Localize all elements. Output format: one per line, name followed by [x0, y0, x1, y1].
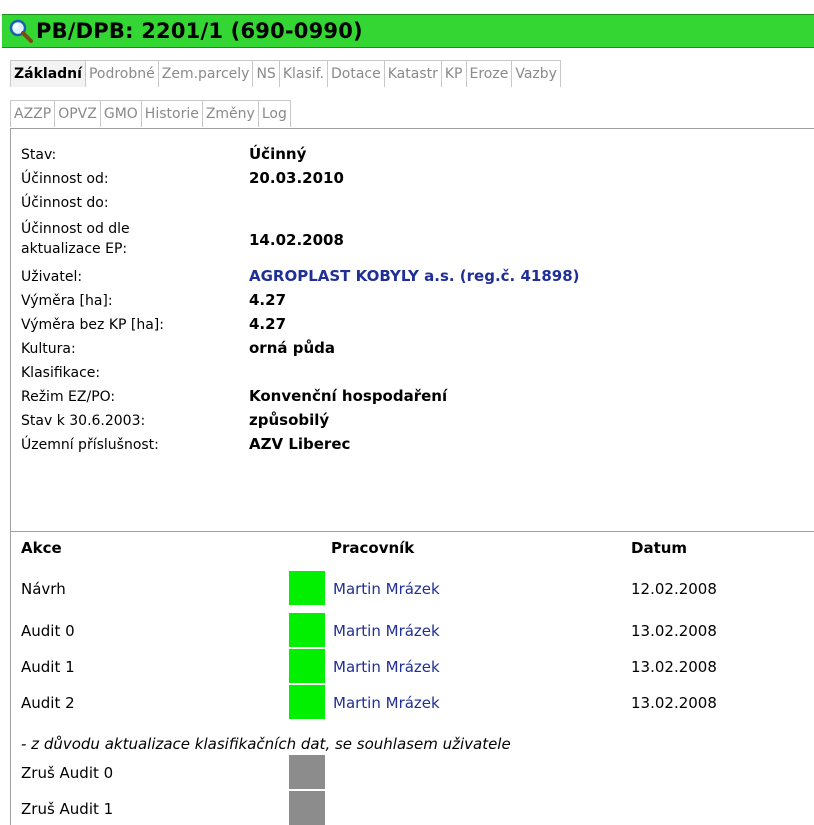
tab-historie[interactable]: Historie [141, 100, 203, 127]
column-header-datum: Datum [631, 539, 688, 557]
tab-zmeny[interactable]: Změny [202, 100, 259, 127]
status-square-ok [289, 571, 325, 605]
info-row-stav: Stav: Účinný [21, 143, 801, 167]
info-row-vymera: Výměra [ha]: 4.27 [21, 289, 801, 313]
info-label: Účinnost od: [21, 171, 109, 187]
record-window: PB/DPB: 2201/1 (690-0990) Základní Podro… [0, 0, 814, 825]
tab-klasif[interactable]: Klasif. [279, 60, 329, 87]
info-label: Klasifikace: [21, 365, 101, 381]
info-label: Výměra bez KP [ha]: [21, 317, 164, 333]
info-row-ucinnost-ep: Účinnost od dle aktualizace EP: 14.02.20… [21, 215, 801, 265]
audit-note: - z důvodu aktualizace klasifikačních da… [21, 735, 511, 753]
info-label: Uživatel: [21, 269, 83, 285]
tab-log[interactable]: Log [258, 100, 291, 127]
info-label: Režim EZ/PO: [21, 389, 116, 405]
info-value: 4.27 [249, 291, 287, 309]
action-row: Audit 0 Martin Mrázek 13.02.2008 [11, 613, 801, 647]
column-header-pracovnik: Pracovník [331, 539, 415, 557]
section-divider [11, 531, 814, 532]
column-header-akce: Akce [21, 539, 62, 557]
tab-dotace[interactable]: Dotace [328, 60, 385, 87]
info-value: AZV Liberec [249, 435, 351, 453]
status-square-inactive [289, 755, 325, 789]
status-square-ok [289, 613, 325, 647]
info-value: Účinný [249, 145, 307, 163]
cancel-action-name: Zruš Audit 0 [21, 764, 114, 782]
action-row: Audit 2 Martin Mrázek 13.02.2008 [11, 685, 801, 719]
tab-podrobne[interactable]: Podrobné [85, 60, 159, 87]
action-date: 12.02.2008 [631, 580, 717, 598]
tab-kp[interactable]: KP [441, 60, 467, 87]
content-panel: Stav: Účinný Účinnost od: 20.03.2010 Úči… [10, 128, 814, 825]
action-row: Návrh Martin Mrázek 12.02.2008 [11, 571, 801, 605]
tab-ns[interactable]: NS [253, 60, 280, 87]
magnifier-icon [9, 19, 33, 43]
info-row-rezim: Režim EZ/PO: Konvenční hospodaření [21, 385, 801, 409]
status-square-ok [289, 649, 325, 683]
cancel-action-name: Zruš Audit 1 [21, 800, 114, 818]
info-label: Účinnost do: [21, 195, 109, 211]
info-label-line2: aktualizace EP: [21, 241, 128, 257]
tab-zakladni[interactable]: Základní [10, 60, 86, 87]
cancel-row: Zruš Audit 0 [11, 755, 801, 789]
tab-azzp[interactable]: AZZP [10, 100, 56, 127]
info-value: způsobilý [249, 411, 330, 429]
tab-row-primary: Základní Podrobné Zem.parcely NS Klasif.… [10, 60, 561, 88]
info-row-uzivatel: Uživatel: AGROPLAST KOBYLY a.s. (reg.č. … [21, 265, 801, 289]
status-square-inactive [289, 791, 325, 825]
info-label: Stav: [21, 147, 57, 163]
tab-zem-parcely[interactable]: Zem.parcely [158, 60, 254, 87]
action-name: Audit 1 [21, 658, 75, 676]
action-date: 13.02.2008 [631, 658, 717, 676]
info-table: Stav: Účinný Účinnost od: 20.03.2010 Úči… [21, 143, 801, 457]
info-row-kultura: Kultura: orná půda [21, 337, 801, 361]
tab-eroze[interactable]: Eroze [466, 60, 513, 87]
action-name: Návrh [21, 580, 66, 598]
tab-opvz[interactable]: OPVZ [55, 100, 101, 127]
info-row-vymera-bez-kp: Výměra bez KP [ha]: 4.27 [21, 313, 801, 337]
action-name: Audit 0 [21, 622, 75, 640]
worker-link[interactable]: Martin Mrázek [333, 622, 440, 640]
info-row-ucinnost-od: Účinnost od: 20.03.2010 [21, 167, 801, 191]
tab-vazby[interactable]: Vazby [512, 60, 561, 87]
info-value: 4.27 [249, 315, 287, 333]
tab-gmo[interactable]: GMO [100, 100, 142, 127]
action-name: Audit 2 [21, 694, 75, 712]
user-link[interactable]: AGROPLAST KOBYLY a.s. (reg.č. 41898) [249, 267, 580, 285]
info-label-line1: Účinnost od dle [21, 221, 130, 237]
info-row-stav-2003: Stav k 30.6.2003: způsobilý [21, 409, 801, 433]
status-square-ok [289, 685, 325, 719]
cancel-row: Zruš Audit 1 [11, 791, 801, 825]
info-label: Stav k 30.6.2003: [21, 413, 146, 429]
tab-row-secondary: AZZP OPVZ GMO Historie Změny Log [10, 100, 291, 128]
info-value: 20.03.2010 [249, 169, 344, 187]
info-label: Výměra [ha]: [21, 293, 113, 309]
tab-katastr[interactable]: Katastr [384, 60, 442, 87]
worker-link[interactable]: Martin Mrázek [333, 658, 440, 676]
title-bar: PB/DPB: 2201/1 (690-0990) [2, 14, 814, 48]
info-label: Kultura: [21, 341, 76, 357]
page-title: PB/DPB: 2201/1 (690-0990) [36, 19, 363, 43]
info-label: Účinnost od dle aktualizace EP: [21, 219, 221, 259]
action-date: 13.02.2008 [631, 694, 717, 712]
worker-link[interactable]: Martin Mrázek [333, 580, 440, 598]
info-value: Konvenční hospodaření [249, 387, 448, 405]
info-value: 14.02.2008 [249, 231, 344, 249]
action-date: 13.02.2008 [631, 622, 717, 640]
info-row-ucinnost-do: Účinnost do: [21, 191, 801, 215]
info-value: orná půda [249, 339, 336, 357]
worker-link[interactable]: Martin Mrázek [333, 694, 440, 712]
info-label: Územní příslušnost: [21, 437, 159, 453]
info-row-klasifikace: Klasifikace: [21, 361, 801, 385]
info-row-uzemni: Územní příslušnost: AZV Liberec [21, 433, 801, 457]
action-row: Audit 1 Martin Mrázek 13.02.2008 [11, 649, 801, 683]
